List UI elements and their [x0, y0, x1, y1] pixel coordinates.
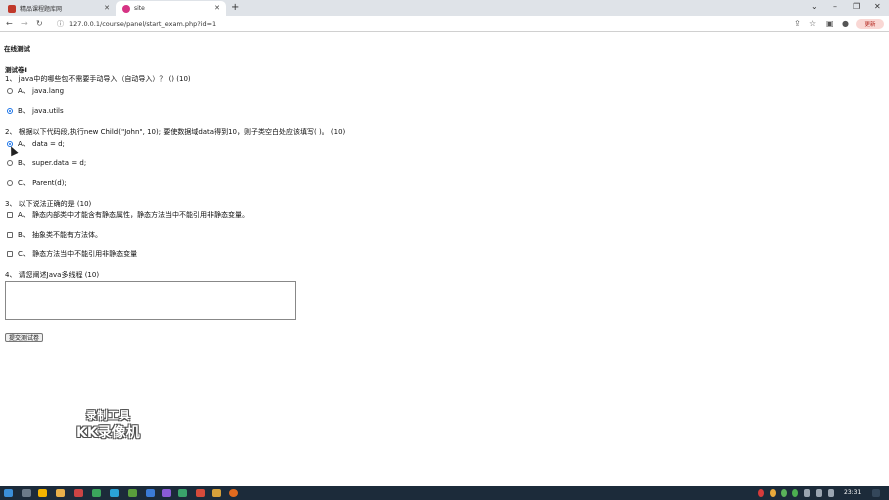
q2-option-c-radio[interactable] [7, 180, 13, 186]
maximize-icon[interactable]: ❐ [853, 2, 860, 11]
tab-favicon-icon [122, 4, 130, 13]
app-icon[interactable] [110, 489, 119, 497]
sidebar-icon[interactable]: ▣ [826, 19, 834, 28]
search-icon[interactable] [22, 489, 31, 497]
app-icon[interactable] [212, 489, 221, 497]
volume-icon[interactable] [828, 489, 834, 497]
tab-favicon-icon [8, 4, 16, 13]
recorder-watermark: 录制工具 KK录像机 [76, 407, 140, 442]
tab-close-icon[interactable]: ✕ [104, 4, 110, 12]
taskbar: 23:31 [0, 486, 889, 500]
option-label: A、 data = d; [18, 140, 65, 148]
address-bar[interactable]: ⓘ 127.0.0.1/course/panel/start_exam.php?… [52, 18, 800, 30]
tab-site[interactable]: site ✕ [116, 1, 226, 16]
share-icon[interactable]: ⇪ [794, 19, 801, 28]
forward-icon[interactable]: → [21, 19, 28, 28]
vscode-icon[interactable] [146, 489, 155, 497]
update-button[interactable]: 更新 [856, 19, 884, 29]
close-window-icon[interactable]: ✕ [874, 2, 881, 11]
browser-toolbar: ← → ↻ ⓘ 127.0.0.1/course/panel/start_exa… [0, 16, 889, 32]
exam-page: 在线测试 测试卷I 1、 java中的哪些包不需要手动导入（自动导入）？ () … [0, 33, 889, 486]
q2-option-b[interactable]: B、 super.data = d; [7, 158, 86, 168]
wechat-tray-icon[interactable] [792, 489, 798, 497]
site-info-icon[interactable]: ⓘ [57, 19, 64, 29]
app-icon[interactable] [74, 489, 83, 497]
q3-option-b[interactable]: B、 抽象类不能有方法体。 [7, 230, 102, 240]
option-label: B、 抽象类不能有方法体。 [18, 231, 103, 239]
app-icon[interactable] [128, 489, 137, 497]
q3-option-c-checkbox[interactable] [7, 251, 13, 257]
tab-title: site [134, 5, 145, 12]
watermark-line-1: 录制工具 [85, 409, 130, 422]
q3-option-a-checkbox[interactable] [7, 212, 13, 218]
paper-title: 测试卷I [5, 66, 27, 74]
new-tab-icon[interactable]: + [231, 2, 239, 13]
app-icon[interactable] [162, 489, 171, 497]
tray-icon[interactable] [770, 489, 776, 497]
page-heading: 在线测试 [4, 45, 30, 53]
q3-option-a[interactable]: A、 静态内部类中才能含有静态属性，静态方法当中不能引用非静态变量。 [7, 210, 249, 220]
recorder-icon[interactable] [229, 489, 238, 497]
option-label: B、 java.utils [18, 107, 64, 115]
start-icon[interactable] [4, 489, 13, 497]
option-label: A、 静态内部类中才能含有静态属性，静态方法当中不能引用非静态变量。 [18, 211, 250, 219]
q1-option-a[interactable]: A、 java.lang [7, 86, 64, 96]
profile-avatar-icon[interactable]: ● [842, 19, 849, 28]
tray-icon[interactable] [758, 489, 764, 497]
back-icon[interactable]: ← [6, 19, 13, 28]
tab-search-icon[interactable]: ⌄ [811, 2, 818, 11]
q3-option-b-checkbox[interactable] [7, 232, 13, 238]
tray-icon[interactable] [781, 489, 787, 497]
tab-course-bank[interactable]: 精品课程题库网 ✕ [0, 1, 116, 16]
option-label: C、 静态方法当中不能引用非静态变量 [18, 250, 138, 258]
question-1-text: 1、 java中的哪些包不需要手动导入（自动导入）？ () (10) [5, 75, 191, 83]
app-icon[interactable] [196, 489, 205, 497]
tray-icon[interactable] [804, 489, 810, 497]
url-text: 127.0.0.1/course/panel/start_exam.php?id… [69, 20, 217, 28]
option-label: B、 super.data = d; [18, 159, 87, 167]
q1-option-b[interactable]: B、 java.utils [7, 106, 64, 116]
clock[interactable]: 23:31 [844, 489, 861, 496]
reload-icon[interactable]: ↻ [36, 19, 43, 28]
minimize-icon[interactable]: – [833, 2, 837, 11]
network-icon[interactable] [816, 489, 822, 497]
question-4-text: 4、 请您阐述Java多线程 (10) [5, 271, 100, 279]
chrome-taskbar-icon[interactable] [38, 489, 47, 497]
tab-close-icon[interactable]: ✕ [214, 4, 220, 12]
tab-title: 精品课程题库网 [20, 6, 63, 13]
question-2-text: 2、 根据以下代码段,执行new Child("John", 10); 要使数据… [5, 128, 346, 136]
app-icon[interactable] [178, 489, 187, 497]
q2-option-b-radio[interactable] [7, 160, 13, 166]
option-label: C、 Parent(d); [18, 179, 67, 187]
notification-icon[interactable] [872, 489, 880, 497]
q3-option-c[interactable]: C、 静态方法当中不能引用非静态变量 [7, 249, 137, 259]
file-explorer-icon[interactable] [56, 489, 65, 497]
watermark-line-2: KK录像机 [76, 425, 140, 441]
q1-option-a-radio[interactable] [7, 88, 13, 94]
q1-option-b-radio[interactable] [7, 108, 13, 114]
app-icon[interactable] [92, 489, 101, 497]
question-3-text: 3、 以下说法正确的是 (10) [5, 200, 92, 208]
tab-strip: 精品课程题库网 ✕ site ✕ + ⌄ – ❐ ✕ [0, 0, 889, 16]
answer-textarea[interactable] [5, 281, 296, 320]
bookmark-star-icon[interactable]: ☆ [809, 19, 816, 28]
submit-exam-button[interactable]: 提交测试卷 [5, 333, 44, 342]
q2-option-c[interactable]: C、 Parent(d); [7, 178, 67, 188]
option-label: A、 java.lang [18, 87, 65, 95]
